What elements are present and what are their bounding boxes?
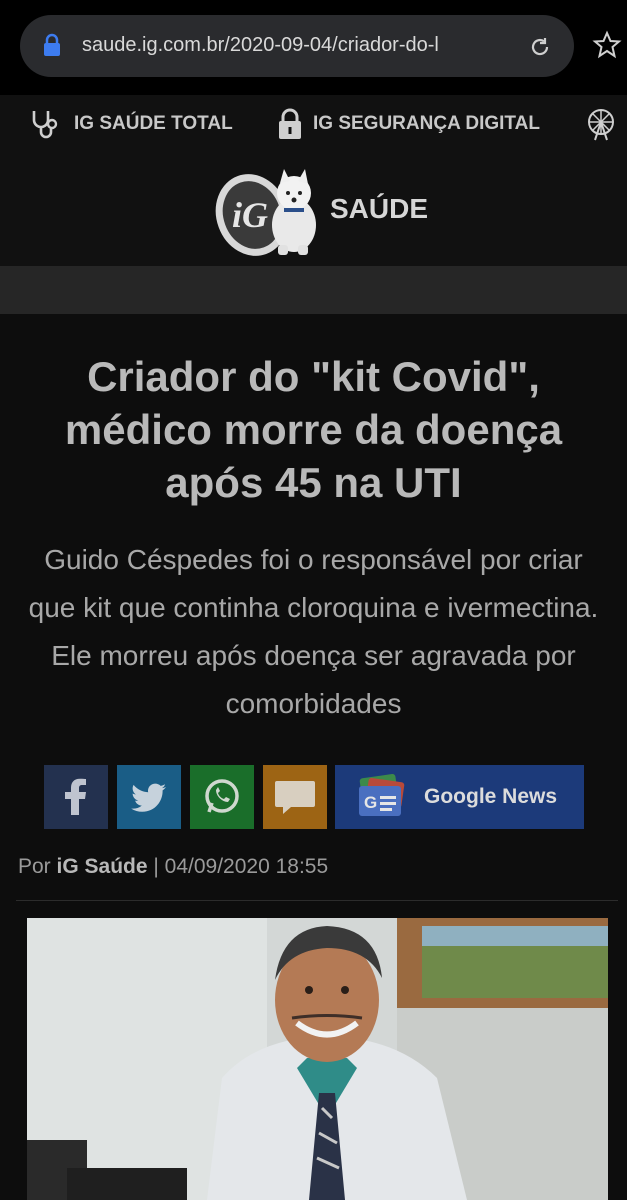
twitter-icon <box>131 783 167 812</box>
google-news-label: Google News <box>424 785 558 808</box>
byline-separator: | <box>147 855 165 878</box>
google-news-icon: G <box>359 774 405 816</box>
ferris-wheel-icon <box>588 109 614 141</box>
lock-icon <box>44 33 60 56</box>
article-subtitle: Guido Céspedes foi o responsável por cri… <box>28 544 599 719</box>
share-twitter-button[interactable] <box>117 765 181 829</box>
nav-item-label: IG SAÚDE TOTAL <box>74 113 233 134</box>
facebook-icon <box>65 778 86 815</box>
article-photo[interactable] <box>27 918 608 1200</box>
comments-button[interactable] <box>263 765 327 829</box>
reload-icon[interactable] <box>528 35 552 59</box>
divider <box>16 900 618 901</box>
article-byline: Por iG Saúde | 04/09/2020 18:55 <box>18 855 328 879</box>
byline-author[interactable]: iG Saúde <box>57 855 148 878</box>
nav-item-seguranca-digital[interactable]: IG SEGURANÇA DIGITAL <box>277 108 540 139</box>
google-news-button[interactable]: G Google News <box>335 765 584 829</box>
ig-dog-logo[interactable]: iG <box>210 163 320 258</box>
stethoscope-icon <box>32 111 58 139</box>
nav-item-saude-total[interactable]: IG SAÚDE TOTAL <box>30 109 233 139</box>
svg-text:iG: iG <box>232 195 268 235</box>
section-name: SAÚDE <box>330 193 429 224</box>
browser-toolbar: saude.ig.com.br/2020-09-04/criador-do-l <box>0 0 627 95</box>
svg-text:G: G <box>364 793 377 812</box>
bookmark-star-icon[interactable] <box>592 30 622 60</box>
site-header: iG SAÚDE <box>0 153 627 266</box>
share-whatsapp-button[interactable] <box>190 765 254 829</box>
address-bar[interactable]: saude.ig.com.br/2020-09-04/criador-do-l <box>20 15 574 77</box>
share-facebook-button[interactable] <box>44 765 108 829</box>
padlock-icon <box>279 108 301 139</box>
byline-prefix: Por <box>18 855 57 878</box>
url-text[interactable]: saude.ig.com.br/2020-09-04/criador-do-l <box>82 34 512 57</box>
site-top-nav: IG SAÚDE TOTAL IG SEGURANÇA DIGITAL <box>0 95 627 153</box>
doctor-portrait-image <box>27 918 608 1200</box>
section-menu-bar <box>0 266 627 314</box>
whatsapp-icon <box>205 779 239 813</box>
nav-item-entretenimento[interactable] <box>585 109 627 141</box>
nav-item-label: IG SEGURANÇA DIGITAL <box>313 113 540 134</box>
article-headline: Criador do "kit Covid", médico morre da … <box>64 353 563 506</box>
comment-icon <box>275 781 315 814</box>
byline-date: 04/09/2020 18:55 <box>164 855 329 878</box>
